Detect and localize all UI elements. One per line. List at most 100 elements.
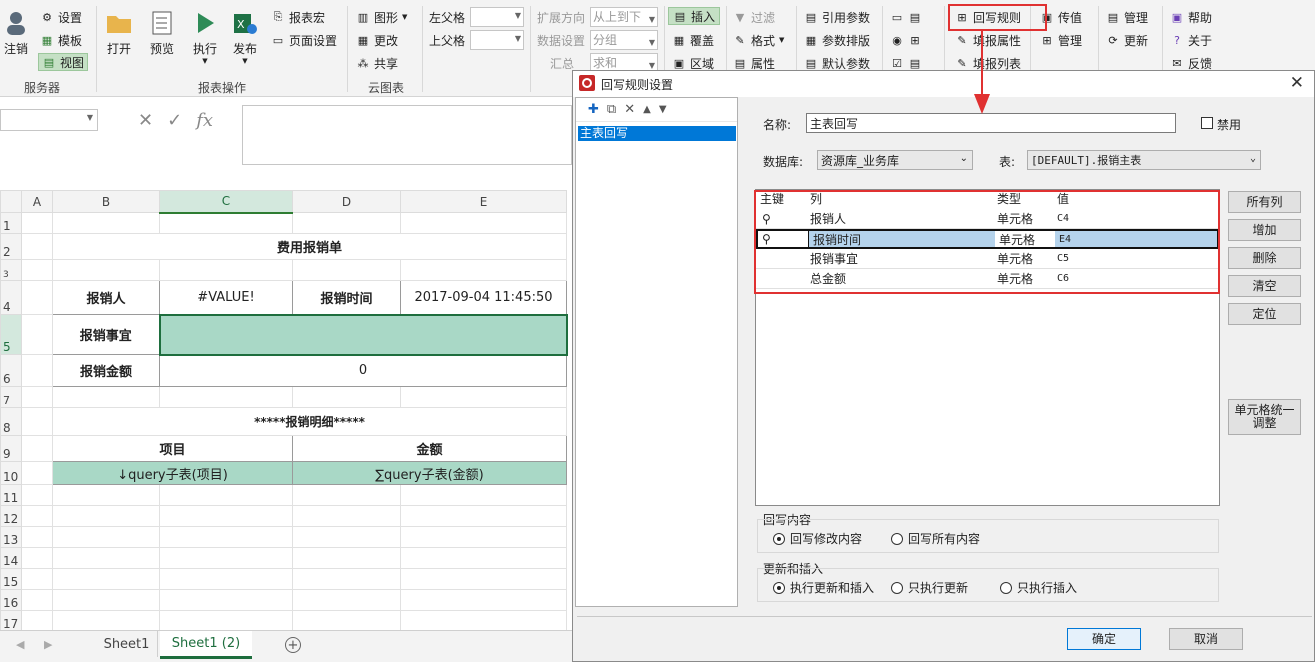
row-header[interactable]: 4: [0, 280, 22, 315]
param-layout-button[interactable]: ▦ 参数排版: [804, 31, 870, 49]
row-header[interactable]: 6: [0, 354, 22, 387]
amount-label[interactable]: 报销金额: [52, 354, 160, 387]
chart-button[interactable]: ▥ 图形 ▼: [356, 8, 408, 26]
time-label[interactable]: 报销时间: [292, 280, 401, 315]
matter-label[interactable]: 报销事宜: [52, 314, 160, 355]
view-button[interactable]: ▤ 视图: [38, 53, 89, 71]
update-only-option[interactable]: 只执行更新: [891, 579, 968, 596]
row-header[interactable]: 13: [0, 526, 22, 548]
row-header[interactable]: 7: [0, 386, 22, 408]
col-header[interactable]: C: [159, 190, 293, 214]
tree-item-main-writeback[interactable]: 主表回写: [578, 126, 736, 141]
item-header[interactable]: 项目: [52, 435, 293, 462]
update-button[interactable]: ⟳ 更新: [1106, 31, 1148, 49]
writeback-all-option[interactable]: 回写所有内容: [891, 530, 980, 547]
open-button[interactable]: 打开: [106, 10, 132, 57]
database-select[interactable]: 资源库_业务库 ⌄: [817, 150, 973, 170]
row-header[interactable]: 10: [0, 461, 22, 485]
col-header[interactable]: A: [21, 190, 53, 213]
textbox-control[interactable]: ▭ ▤: [890, 8, 922, 26]
item-expand-cell[interactable]: ↓query子表(项目): [52, 461, 293, 485]
insert-button[interactable]: ▤ 插入: [668, 7, 721, 25]
formula-input[interactable]: [242, 105, 572, 165]
left-parent-combo[interactable]: ▼: [470, 7, 524, 27]
locate-button[interactable]: 定位: [1228, 303, 1301, 325]
row-header[interactable]: 11: [0, 484, 22, 506]
change-button[interactable]: ▦ 更改: [356, 31, 398, 49]
insert-only-option[interactable]: 只执行插入: [1000, 579, 1077, 596]
sheet-title[interactable]: 费用报销单: [52, 233, 567, 260]
amount-value[interactable]: 0: [159, 354, 567, 387]
template-button[interactable]: ▦ 模板: [40, 31, 82, 49]
top-parent-combo[interactable]: ▼: [470, 30, 524, 50]
cancel-button[interactable]: 取消: [1169, 628, 1243, 650]
table-select[interactable]: [DEFAULT].报销主表 ⌄: [1027, 150, 1261, 170]
all-columns-button[interactable]: 所有列: [1228, 191, 1301, 213]
logout-button[interactable]: 注销: [3, 10, 29, 57]
page-setup-button[interactable]: ▭ 页面设置: [271, 31, 337, 49]
unify-cells-button[interactable]: 单元格统一调整: [1228, 399, 1301, 435]
row-header[interactable]: 1: [0, 212, 22, 234]
tab-sheet1-2[interactable]: Sheet1 (2): [160, 631, 252, 659]
preview-button[interactable]: 预览: [149, 10, 175, 57]
amount-header[interactable]: 金额: [292, 435, 567, 462]
col-header[interactable]: D: [292, 190, 401, 213]
help-button[interactable]: ▣ 帮助: [1170, 8, 1212, 26]
function-icon[interactable]: fx: [196, 110, 213, 131]
reporter-label[interactable]: 报销人: [52, 280, 160, 315]
cancel-icon[interactable]: ✕: [138, 110, 153, 131]
clear-button[interactable]: 清空: [1228, 275, 1301, 297]
settings-button[interactable]: ⚙ 设置: [40, 8, 82, 26]
name-input[interactable]: 主表回写: [806, 113, 1176, 133]
execute-button[interactable]: 执行 ▼: [192, 10, 218, 65]
admin-manage-button[interactable]: ▤ 管理: [1106, 8, 1148, 26]
cover-button[interactable]: ▦ 覆盖: [672, 31, 714, 49]
disable-checkbox[interactable]: [1201, 117, 1213, 129]
matter-cell[interactable]: [158, 313, 568, 356]
check-icon[interactable]: ✓: [167, 110, 182, 131]
row-header[interactable]: 16: [0, 589, 22, 611]
amount-sum-cell[interactable]: ∑query子表(金额): [292, 461, 567, 485]
reporter-value[interactable]: #VALUE!: [159, 280, 293, 315]
col-header[interactable]: E: [400, 190, 567, 213]
row-header[interactable]: 2: [0, 233, 22, 260]
delete-icon[interactable]: ✕: [624, 102, 635, 117]
row-header[interactable]: 3: [0, 259, 22, 281]
report-macro-button[interactable]: ⎘ 报表宏: [271, 8, 325, 26]
move-up-icon[interactable]: ▲: [643, 104, 651, 115]
add-sheet-icon[interactable]: +: [285, 637, 301, 653]
time-value[interactable]: 2017-09-04 11:45:50: [400, 280, 567, 315]
format-button[interactable]: ✎ 格式 ▼: [733, 31, 784, 49]
tab-sheet1[interactable]: Sheet1: [96, 631, 158, 657]
move-down-icon[interactable]: ▼: [659, 104, 667, 115]
name-box[interactable]: ▼: [0, 109, 98, 131]
about-button[interactable]: ? 关于: [1170, 31, 1212, 49]
row-header[interactable]: 5: [0, 314, 22, 355]
transfer-manage-button[interactable]: ⊞ 管理: [1040, 31, 1082, 49]
ok-button[interactable]: 确定: [1067, 628, 1141, 650]
radio-control[interactable]: ◉ ⊞: [890, 31, 922, 49]
data-settings-combo[interactable]: 分组 ▼: [590, 30, 658, 50]
delete-button[interactable]: 删除: [1228, 247, 1301, 269]
scroll-right-icon[interactable]: ▶: [44, 638, 52, 651]
add-icon[interactable]: ✚: [588, 102, 599, 117]
update-and-insert-option[interactable]: 执行更新和插入: [773, 579, 874, 596]
row-header[interactable]: 15: [0, 568, 22, 590]
detail-title[interactable]: *****报销明细*****: [52, 407, 567, 436]
add-button[interactable]: 增加: [1228, 219, 1301, 241]
close-icon[interactable]: ✕: [1290, 73, 1304, 93]
row-header[interactable]: 17: [0, 610, 22, 632]
publish-button[interactable]: X 发布 ▼: [232, 10, 258, 65]
share-button[interactable]: ⁂ 共享: [356, 54, 399, 72]
writeback-modified-option[interactable]: 回写修改内容: [773, 530, 862, 547]
col-header[interactable]: B: [52, 190, 160, 213]
row-header[interactable]: 9: [0, 435, 22, 462]
scroll-left-icon[interactable]: ◀: [16, 638, 24, 651]
ref-params-button[interactable]: ▤ 引用参数: [804, 8, 870, 26]
row-header[interactable]: 12: [0, 505, 22, 527]
copy-icon[interactable]: ⧉: [607, 102, 616, 117]
expand-direction-combo[interactable]: 从上到下 ▼: [590, 7, 658, 27]
row-header[interactable]: 14: [0, 547, 22, 569]
row-header[interactable]: 8: [0, 407, 22, 436]
corner-cell[interactable]: [0, 190, 22, 213]
